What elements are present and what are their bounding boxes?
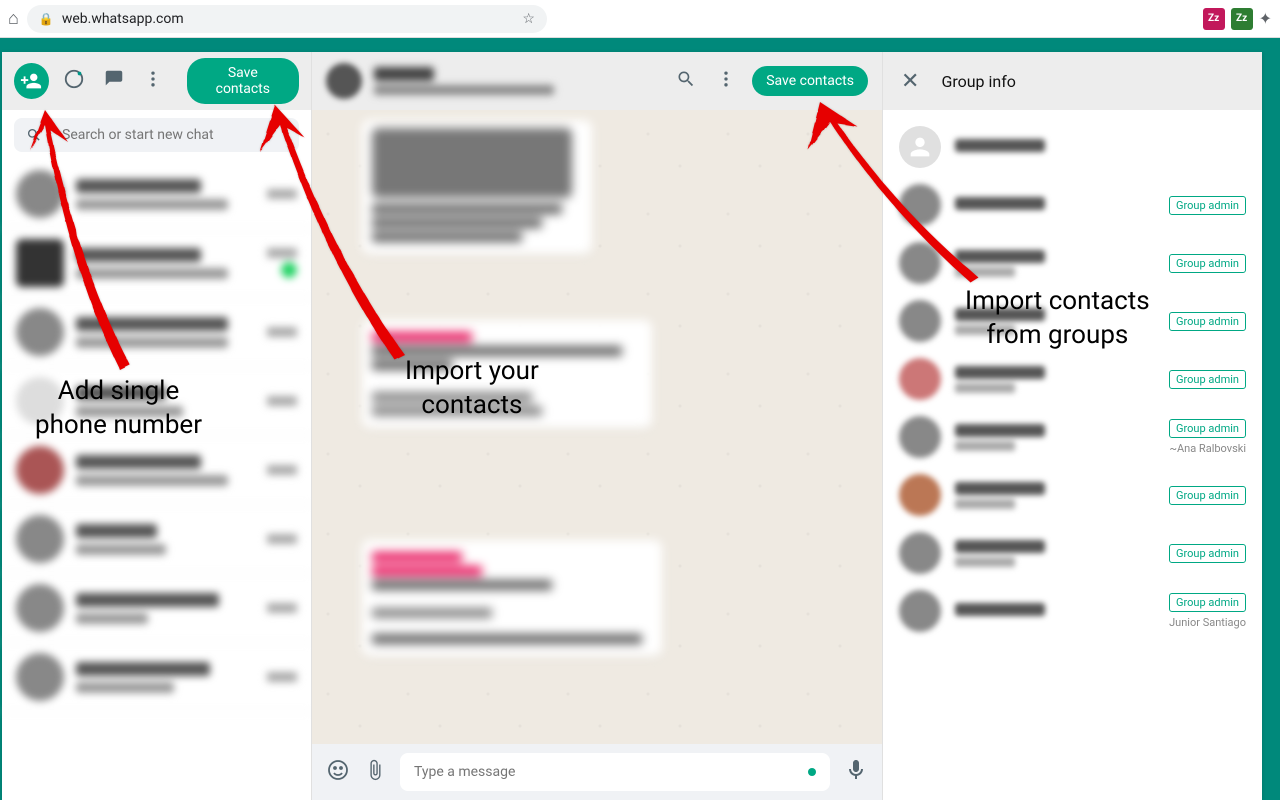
chat-item[interactable]: [2, 436, 311, 505]
browser-address-bar: ⌂ 🔒 web.whatsapp.com ☆ Zz Zz ✦: [0, 0, 1280, 38]
bookmark-star-icon[interactable]: ☆: [522, 11, 535, 27]
left-panel: Save contacts: [2, 52, 312, 800]
chat-item[interactable]: [2, 229, 311, 298]
member-row[interactable]: Group admin: [883, 466, 1262, 524]
attach-icon[interactable]: [364, 759, 386, 785]
url-text: web.whatsapp.com: [62, 11, 184, 27]
admin-badge: Group admin: [1169, 312, 1246, 331]
chat-avatar[interactable]: [326, 63, 362, 99]
add-single-contact-button[interactable]: [14, 63, 49, 99]
lock-icon: 🔒: [39, 12, 54, 26]
search-icon: [26, 127, 42, 143]
chat-menu-icon[interactable]: [712, 65, 740, 97]
admin-badge: Group admin: [1169, 544, 1246, 563]
person-add-icon: [20, 70, 42, 92]
admin-badge: Group admin: [1169, 196, 1246, 215]
search-chat-icon[interactable]: [672, 65, 700, 97]
menu-icon[interactable]: [139, 65, 167, 97]
chat-title[interactable]: [374, 67, 660, 95]
chat-item[interactable]: [2, 574, 311, 643]
mic-icon[interactable]: [844, 758, 868, 786]
group-info-title: Group info: [941, 72, 1015, 91]
member-row[interactable]: Group admin: [883, 524, 1262, 582]
admin-badge: Group admin: [1169, 370, 1246, 389]
message-input[interactable]: [414, 764, 808, 780]
new-chat-icon[interactable]: [99, 64, 129, 98]
chat-header: Save contacts: [312, 52, 882, 110]
group-members-list[interactable]: Group admin Group admin Group admin Grou…: [883, 110, 1262, 800]
left-header: Save contacts: [2, 52, 311, 110]
whatsapp-web-app: Save contacts: [2, 52, 1262, 800]
typing-indicator: [808, 768, 816, 776]
admin-badge: Group admin: [1169, 419, 1246, 438]
chat-item[interactable]: [2, 160, 311, 229]
address-field[interactable]: 🔒 web.whatsapp.com ☆: [27, 5, 547, 33]
search-input[interactable]: [62, 127, 287, 143]
extension-icon-zz2[interactable]: Zz: [1231, 8, 1253, 30]
member-alias: Junior Santiago: [1169, 616, 1246, 629]
message-input-bar: [312, 744, 882, 800]
extensions-menu-icon[interactable]: ✦: [1259, 9, 1272, 28]
member-row[interactable]: [883, 118, 1262, 176]
admin-badge: Group admin: [1169, 254, 1246, 273]
close-icon[interactable]: ✕: [901, 69, 919, 94]
chat-item[interactable]: [2, 298, 311, 367]
chat-item[interactable]: [2, 643, 311, 712]
admin-badge: Group admin: [1169, 593, 1246, 612]
group-info-panel: ✕ Group info Group admin Group admin: [882, 52, 1262, 800]
message-input-box[interactable]: [400, 753, 830, 791]
chat-list[interactable]: [2, 160, 311, 800]
chat-item[interactable]: [2, 505, 311, 574]
emoji-icon[interactable]: [326, 758, 350, 786]
empty-avatar-icon: [899, 126, 941, 168]
chat-panel: Save contacts: [312, 52, 882, 800]
member-row[interactable]: Group admin: [883, 292, 1262, 350]
home-icon[interactable]: ⌂: [8, 8, 19, 29]
member-row[interactable]: Group admin: [883, 234, 1262, 292]
chat-item[interactable]: [2, 367, 311, 436]
search-row: [2, 110, 311, 160]
member-row[interactable]: Group admin: [883, 176, 1262, 234]
member-row[interactable]: Group admin Junior Santiago: [883, 582, 1262, 640]
group-info-header: ✕ Group info: [883, 52, 1262, 110]
save-contacts-button-middle[interactable]: Save contacts: [752, 66, 868, 96]
admin-badge: Group admin: [1169, 486, 1246, 505]
status-icon[interactable]: [59, 64, 89, 98]
save-contacts-button-left[interactable]: Save contacts: [187, 58, 299, 104]
member-row[interactable]: Group admin ~Ana Ralbovski: [883, 408, 1262, 466]
extension-icon-zz1[interactable]: Zz: [1203, 8, 1225, 30]
search-box[interactable]: [14, 118, 299, 152]
member-alias: ~Ana Ralbovski: [1169, 442, 1246, 455]
member-row[interactable]: Group admin: [883, 350, 1262, 408]
chat-messages-area[interactable]: [312, 110, 882, 744]
